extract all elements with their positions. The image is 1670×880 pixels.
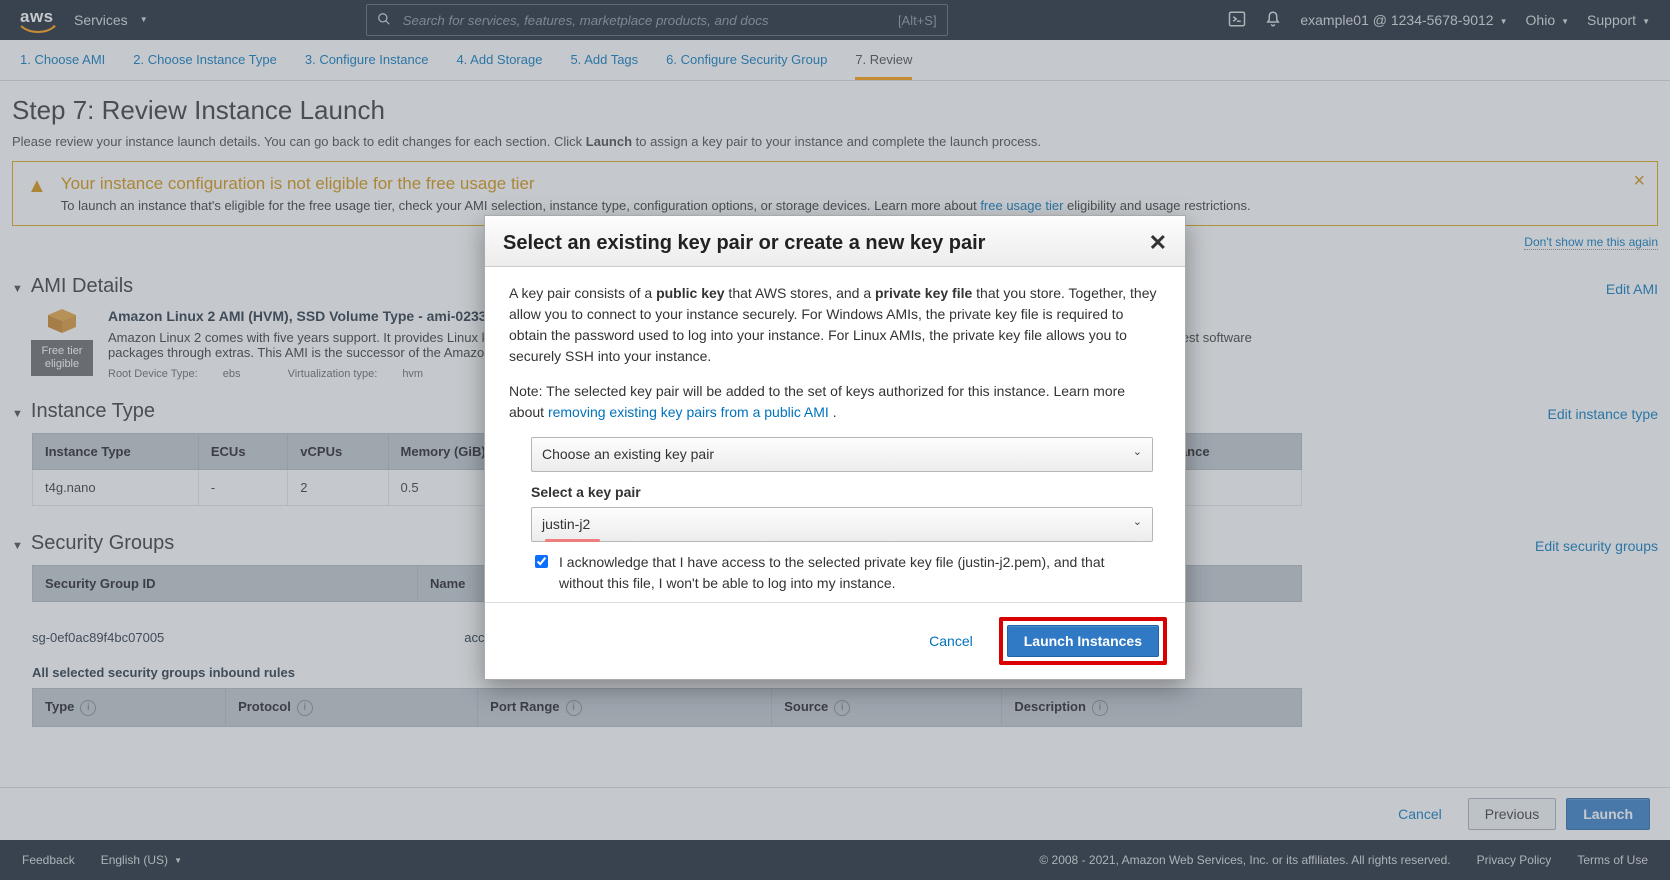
modal-title: Select an existing key pair or create a … (503, 232, 1149, 255)
modal-paragraph-1: A key pair consists of a public key that… (509, 283, 1161, 367)
key-pair-modal: Select an existing key pair or create a … (484, 215, 1186, 680)
chevron-down-icon: ⌄ (1133, 514, 1142, 535)
key-pair-mode-dropdown[interactable]: Choose an existing key pair⌄ (531, 437, 1153, 472)
annotation-highlight: Launch Instances (999, 617, 1167, 665)
acknowledge-text: I acknowledge that I have access to the … (559, 552, 1139, 594)
key-pair-dropdown[interactable]: justin-j2⌄ (531, 507, 1153, 542)
modal-paragraph-2: Note: The selected key pair will be adde… (509, 381, 1161, 423)
remove-keys-link[interactable]: removing existing key pairs from a publi… (548, 404, 829, 420)
modal-overlay: Select an existing key pair or create a … (0, 0, 1670, 880)
select-key-pair-label: Select a key pair (531, 482, 1139, 503)
acknowledge-checkbox-row[interactable]: I acknowledge that I have access to the … (531, 552, 1139, 594)
launch-instances-button[interactable]: Launch Instances (1007, 625, 1159, 657)
modal-close-icon[interactable]: ✕ (1149, 230, 1167, 256)
acknowledge-checkbox[interactable] (535, 554, 548, 569)
annotation-underline (545, 539, 600, 542)
chevron-down-icon: ⌄ (1133, 444, 1142, 465)
modal-cancel-button[interactable]: Cancel (913, 617, 989, 665)
